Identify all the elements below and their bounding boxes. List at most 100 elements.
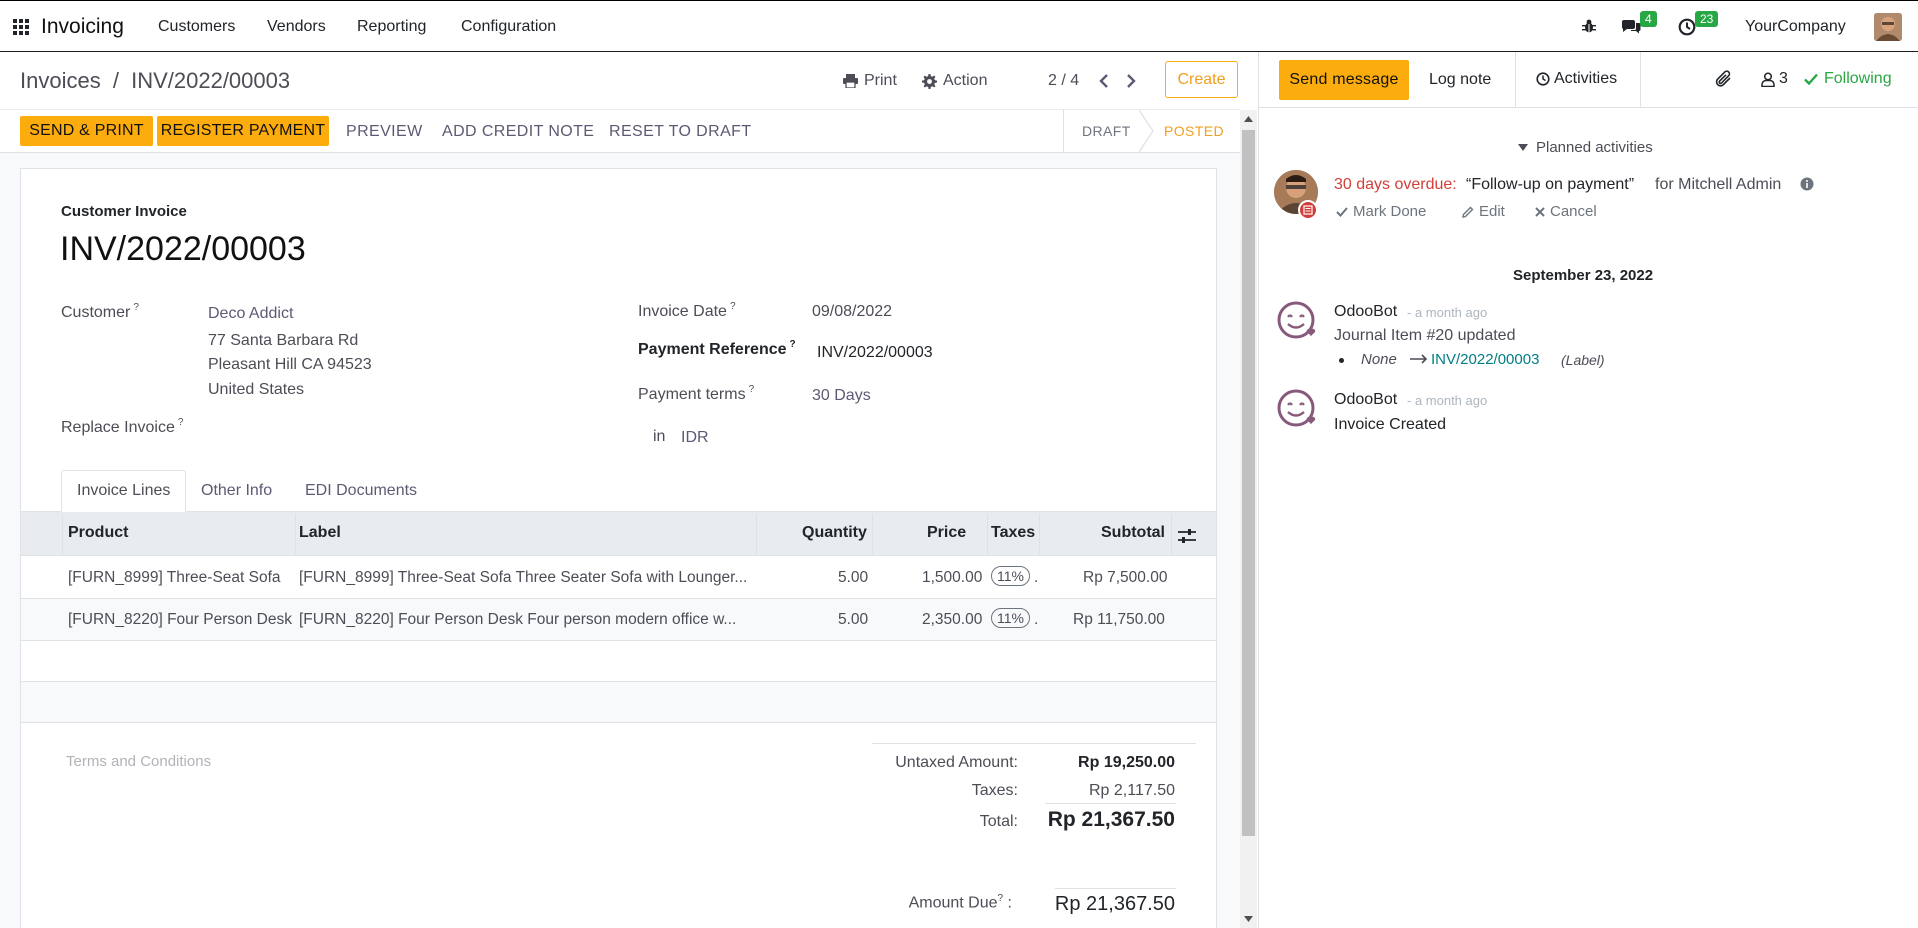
row-tax-more: . bbox=[1034, 611, 1039, 628]
menu-configuration[interactable]: Configuration bbox=[461, 18, 556, 36]
col-header-price[interactable]: Price bbox=[927, 524, 966, 542]
invoice-date-value[interactable]: 09/08/2022 bbox=[812, 303, 892, 321]
register-payment-button[interactable]: REGISTER PAYMENT bbox=[157, 116, 329, 146]
payment-terms-value[interactable]: 30 Days bbox=[812, 387, 871, 405]
action-button[interactable]: Action bbox=[922, 72, 987, 90]
row-label[interactable]: [FURN_8220] Four Person Desk Four person… bbox=[299, 611, 736, 629]
arrow-right-icon bbox=[1410, 354, 1428, 364]
bullet-dot bbox=[1339, 358, 1344, 363]
col-header-quantity[interactable]: Quantity bbox=[802, 524, 867, 542]
tab-other-info[interactable]: Other Info bbox=[186, 470, 287, 512]
row-subtotal: Rp 7,500.00 bbox=[1083, 569, 1168, 586]
messages-icon[interactable] bbox=[1621, 18, 1641, 35]
activity-title: “Follow-up on payment” bbox=[1466, 176, 1635, 193]
payment-reference-input[interactable]: INV/2022/00003 bbox=[817, 344, 933, 362]
activity-overdue: 30 days overdue: bbox=[1334, 176, 1457, 193]
message-body: Invoice Created bbox=[1334, 416, 1447, 433]
customer-address-line3: United States bbox=[208, 381, 305, 398]
user-icon bbox=[1761, 71, 1775, 87]
message-author[interactable]: OdooBot bbox=[1334, 303, 1397, 321]
bug-icon[interactable] bbox=[1581, 18, 1597, 34]
payment-terms-label: Payment terms? bbox=[638, 384, 755, 403]
currency-value[interactable]: IDR bbox=[681, 429, 709, 447]
menu-reporting[interactable]: Reporting bbox=[357, 18, 426, 36]
terms-and-conditions-input[interactable]: Terms and Conditions bbox=[66, 753, 211, 770]
pager-previous-icon[interactable] bbox=[1098, 73, 1110, 89]
breadcrumb-separator: / bbox=[112, 68, 119, 93]
row-tax-badge[interactable]: 11% bbox=[991, 608, 1030, 628]
planned-activities-toggle[interactable]: Planned activities bbox=[1518, 139, 1653, 156]
add-credit-note-button[interactable]: ADD CREDIT NOTE bbox=[442, 123, 594, 141]
create-button[interactable]: Create bbox=[1165, 61, 1238, 98]
reset-to-draft-button[interactable]: RESET TO DRAFT bbox=[609, 123, 752, 141]
breadcrumb-parent[interactable]: Invoices bbox=[20, 68, 101, 93]
col-header-label[interactable]: Label bbox=[299, 524, 341, 542]
col-header-subtotal[interactable]: Subtotal bbox=[1101, 524, 1165, 542]
total-value: Rp 21,367.50 bbox=[1047, 808, 1175, 831]
pager-next-icon[interactable] bbox=[1125, 73, 1137, 89]
log-note-button[interactable]: Log note bbox=[1429, 71, 1491, 89]
col-divider bbox=[756, 514, 757, 554]
message-author[interactable]: OdooBot bbox=[1334, 391, 1397, 409]
messages-count-badge: 4 bbox=[1640, 11, 1657, 27]
customer-name[interactable]: Deco Addict bbox=[208, 305, 293, 323]
empty-row[interactable] bbox=[21, 641, 1216, 682]
row-label[interactable]: [FURN_8999] Three-Seat Sofa Three Seater… bbox=[299, 569, 747, 587]
amount-due-separator bbox=[1055, 888, 1176, 889]
row-product[interactable]: [FURN_8220] Four Person Desk bbox=[68, 611, 292, 629]
activities-clock-icon[interactable] bbox=[1678, 18, 1696, 36]
menu-customers[interactable]: Customers bbox=[158, 18, 235, 36]
cancel-label: Cancel bbox=[1550, 203, 1597, 220]
breadcrumb: Invoices / INV/2022/00003 bbox=[20, 68, 290, 94]
row-quantity[interactable]: 5.00 bbox=[838, 569, 868, 587]
scrollbar[interactable] bbox=[1240, 110, 1257, 928]
tab-invoice-lines[interactable]: Invoice Lines bbox=[61, 470, 187, 512]
following-button[interactable]: Following bbox=[1804, 70, 1892, 88]
followers-count: 3 bbox=[1779, 70, 1788, 87]
col-header-taxes[interactable]: Taxes bbox=[991, 524, 1035, 542]
row-quantity[interactable]: 5.00 bbox=[838, 611, 868, 629]
col-divider bbox=[872, 514, 873, 554]
edit-activity-button[interactable]: Edit bbox=[1462, 203, 1505, 220]
print-button[interactable]: Print bbox=[843, 72, 897, 90]
company-switcher[interactable]: YourCompany bbox=[1745, 18, 1846, 36]
amount-due-value: Rp 21,367.50 bbox=[1054, 893, 1175, 915]
optional-columns-icon[interactable] bbox=[1178, 528, 1196, 544]
row-product[interactable]: [FURN_8999] Three-Seat Sofa bbox=[68, 569, 281, 587]
tab-edi-documents[interactable]: EDI Documents bbox=[290, 470, 432, 512]
info-circle-icon[interactable] bbox=[1800, 177, 1814, 191]
preview-button[interactable]: PREVIEW bbox=[346, 123, 423, 141]
send-print-button[interactable]: SEND & PRINT bbox=[20, 116, 153, 146]
paperclip-icon[interactable] bbox=[1715, 69, 1733, 88]
mark-done-button[interactable]: Mark Done bbox=[1336, 203, 1426, 220]
col-header-product[interactable]: Product bbox=[68, 524, 128, 542]
table-header bbox=[21, 512, 1216, 556]
apps-menu-icon[interactable] bbox=[13, 19, 29, 35]
customer-address-line2: Pleasant Hill CA 94523 bbox=[208, 356, 372, 373]
col-divider bbox=[1039, 514, 1040, 554]
date-separator: September 23, 2022 bbox=[1513, 267, 1654, 284]
print-label: Print bbox=[864, 72, 897, 89]
gear-icon bbox=[922, 73, 937, 89]
message-time: - a month ago bbox=[1407, 305, 1488, 320]
check-icon bbox=[1804, 73, 1818, 85]
state-draft[interactable]: DRAFT bbox=[1082, 123, 1131, 139]
pager-value[interactable]: 2 / 4 bbox=[1048, 72, 1079, 90]
replace-invoice-label: Replace Invoice? bbox=[61, 417, 184, 436]
user-avatar[interactable] bbox=[1874, 13, 1902, 41]
send-message-button[interactable]: Send message bbox=[1279, 60, 1409, 100]
app-name[interactable]: Invoicing bbox=[41, 15, 124, 39]
row-price[interactable]: 1,500.00 bbox=[922, 569, 982, 587]
currency-prefix: in bbox=[653, 428, 666, 445]
row-tax-badge[interactable]: 11% bbox=[991, 566, 1030, 586]
activities-button[interactable]: Activities bbox=[1536, 70, 1617, 88]
menu-vendors[interactable]: Vendors bbox=[267, 18, 326, 36]
mark-done-label: Mark Done bbox=[1353, 203, 1427, 220]
row-price[interactable]: 2,350.00 bbox=[922, 611, 982, 629]
cancel-activity-button[interactable]: Cancel bbox=[1535, 203, 1597, 220]
scrollbar-thumb[interactable] bbox=[1242, 130, 1255, 836]
taxes-value: Rp 2,117.50 bbox=[1089, 782, 1175, 799]
top-navbar: Invoicing Customers Vendors Reporting Co… bbox=[0, 0, 1918, 52]
followers-button[interactable]: 3 bbox=[1761, 70, 1788, 88]
untaxed-amount-value: Rp 19,250.00 bbox=[1078, 754, 1175, 771]
